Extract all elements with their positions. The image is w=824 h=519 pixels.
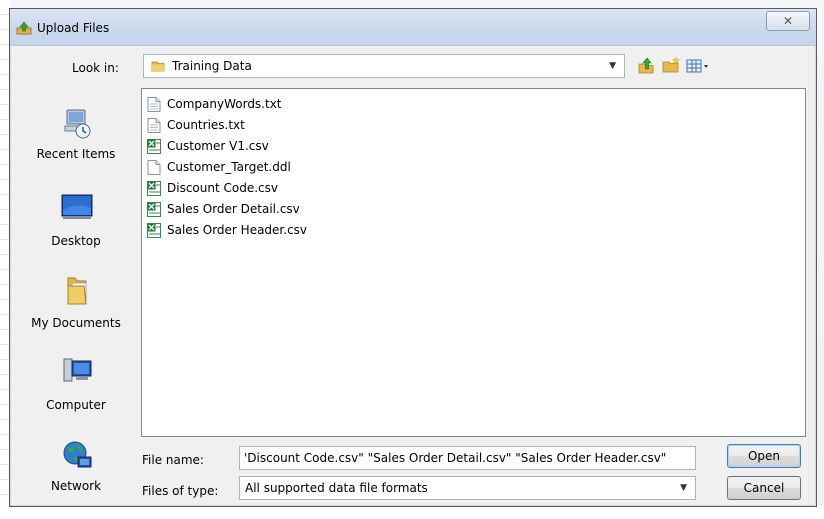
upload-icon xyxy=(16,21,32,35)
file-name: Countries.txt xyxy=(167,118,245,132)
chevron-down-icon: ▼ xyxy=(680,483,687,493)
recent-items-icon xyxy=(64,109,91,139)
files-of-type-value: All supported data file formats xyxy=(245,481,428,495)
dialog-title: Upload Files xyxy=(37,21,110,35)
file-name: Discount Code.csv xyxy=(167,181,278,195)
file-name: Customer_Target.ddl xyxy=(167,160,291,174)
computer-icon xyxy=(63,358,92,382)
file-name: Sales Order Header.csv xyxy=(167,223,308,237)
text-file-icon xyxy=(147,97,161,112)
title-bar[interactable]: Upload Files ✕ xyxy=(10,9,816,46)
desktop-icon xyxy=(61,194,93,219)
place-label: My Documents xyxy=(31,316,121,330)
my-documents-icon xyxy=(67,277,87,305)
file-name-input[interactable]: 'Discount Code.csv" "Sales Order Detail.… xyxy=(239,446,696,470)
look-in-label: Look in: xyxy=(72,61,119,75)
excel-file-icon xyxy=(147,202,161,217)
file-name: CompanyWords.txt xyxy=(167,97,282,111)
cancel-button[interactable]: Cancel xyxy=(727,476,801,500)
file-name-label: File name: xyxy=(142,453,204,467)
excel-file-icon xyxy=(147,181,161,196)
open-button[interactable]: Open xyxy=(727,444,801,468)
network-icon xyxy=(63,441,92,468)
chevron-down-icon: ▼ xyxy=(609,61,616,71)
place-label: Recent Items xyxy=(36,147,116,161)
blank-file-icon xyxy=(147,160,161,175)
new-folder-icon[interactable] xyxy=(661,56,681,76)
place-label: Network xyxy=(50,479,102,493)
file-list[interactable]: CompanyWords.txt Countries.txt Customer … xyxy=(141,88,806,437)
text-file-icon xyxy=(147,118,161,133)
folder-icon xyxy=(151,61,165,72)
files-of-type-dropdown[interactable]: All supported data file formats ▼ xyxy=(239,476,696,500)
place-label: Computer xyxy=(46,398,106,412)
view-menu-icon[interactable] xyxy=(685,56,711,76)
look-in-value: Training Data xyxy=(172,59,252,73)
file-name: Customer V1.csv xyxy=(167,139,269,153)
upload-files-dialog: Upload Files ✕ Look in: Training Data ▼ … xyxy=(9,8,817,507)
background-app-bottom xyxy=(0,505,824,519)
excel-file-icon xyxy=(147,223,161,238)
place-label: Desktop xyxy=(51,234,101,248)
places-bar: Recent Items Desktop My Documents Comput… xyxy=(20,89,132,499)
files-of-type-label: Files of type: xyxy=(142,484,219,498)
look-in-dropdown[interactable]: Training Data ▼ xyxy=(143,54,625,78)
up-folder-icon[interactable] xyxy=(636,56,656,76)
excel-file-icon xyxy=(147,139,161,154)
file-name: Sales Order Detail.csv xyxy=(167,202,300,216)
close-button[interactable]: ✕ xyxy=(766,11,810,31)
